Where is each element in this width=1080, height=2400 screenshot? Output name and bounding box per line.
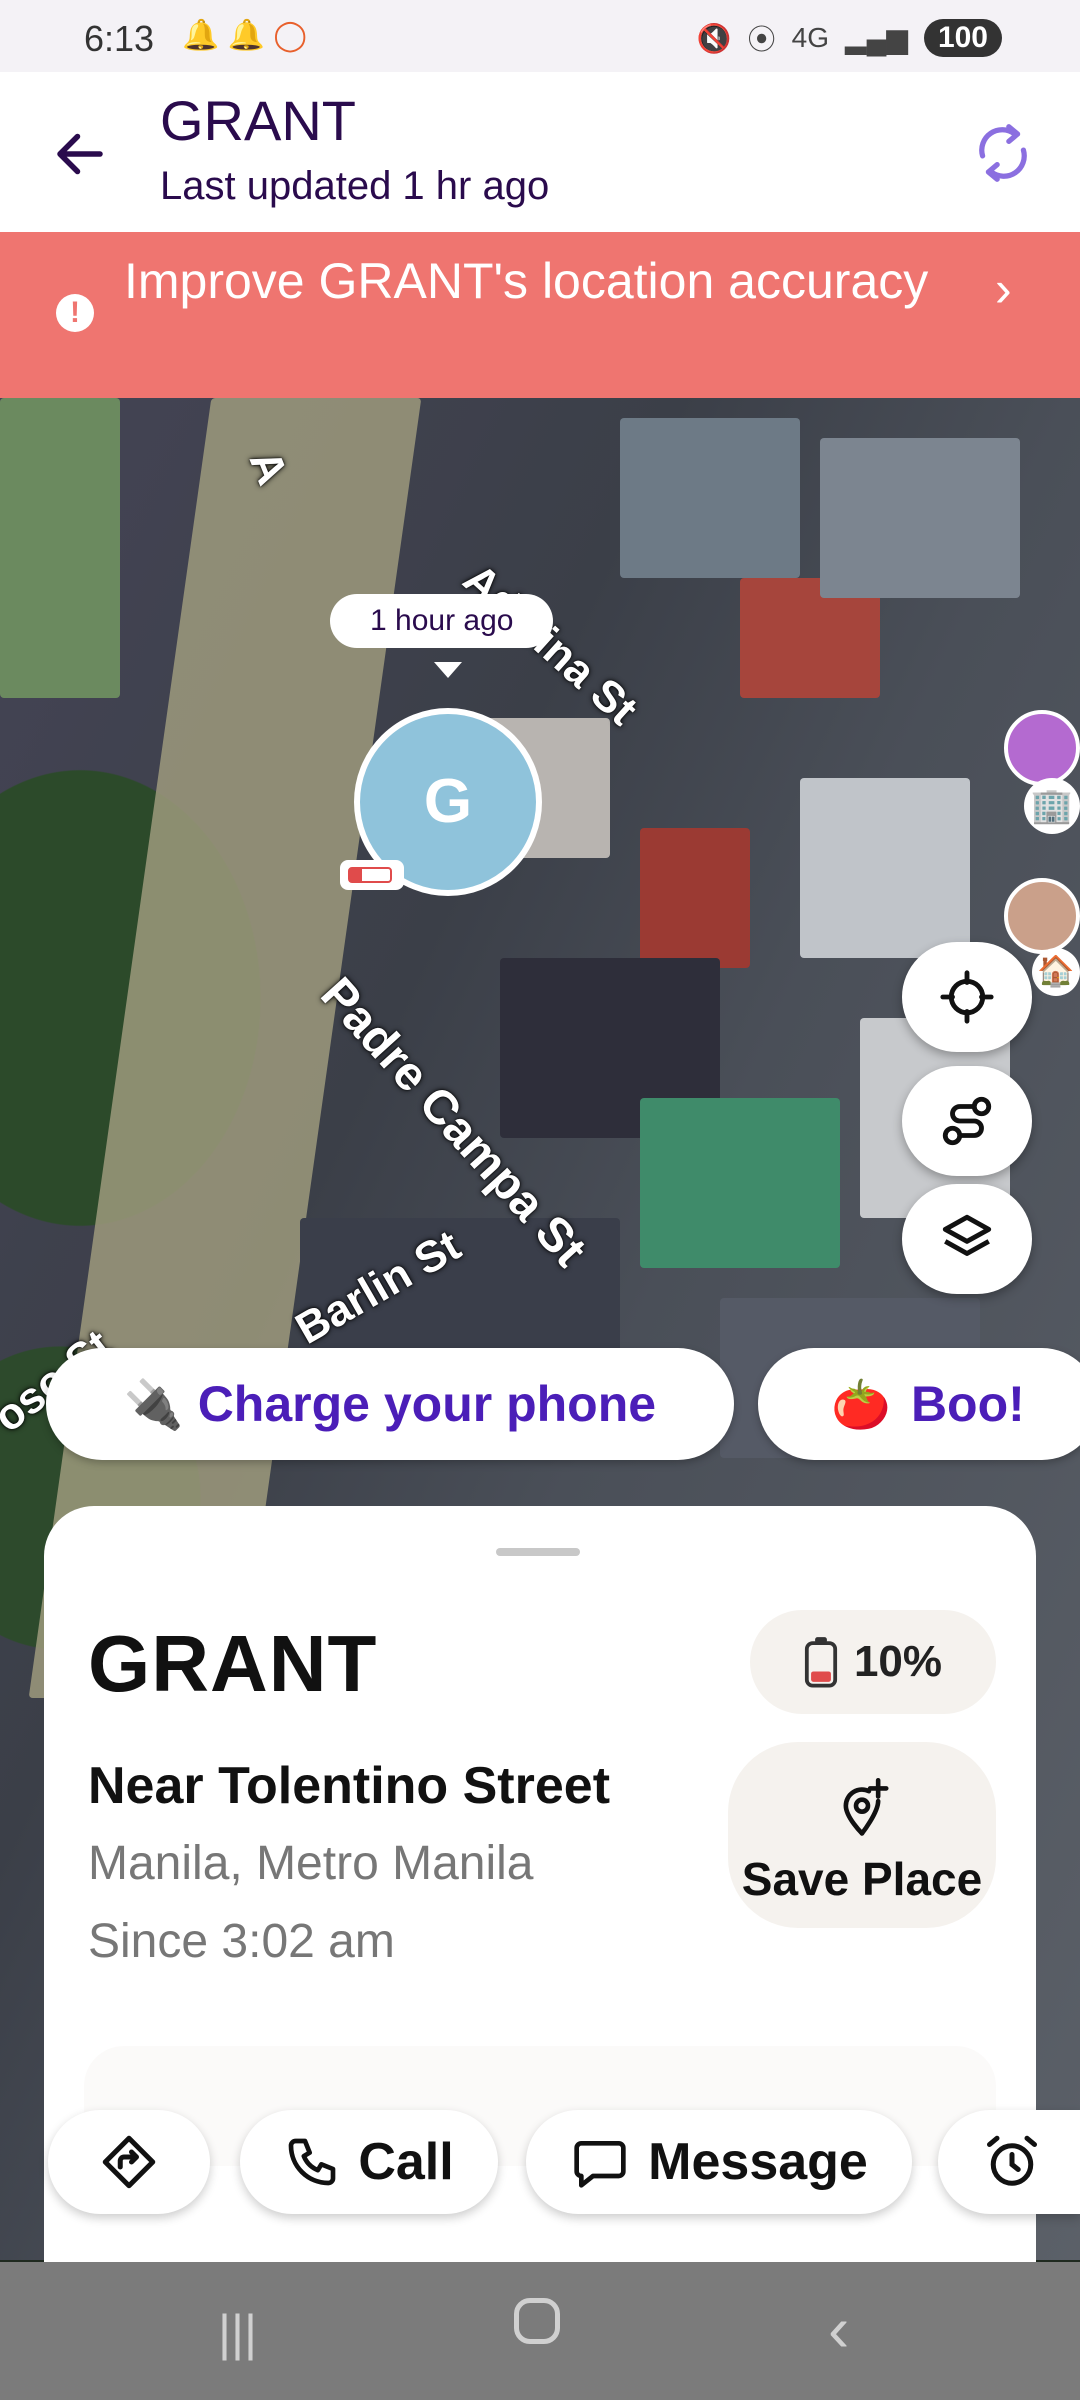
park-area [0,398,120,698]
signal-icon: ▂▄▆ [845,22,908,54]
alarm-button[interactable] [938,2110,1080,2214]
alarm-clock-icon [987,2135,1037,2186]
chat-bubble-icon [574,2141,626,2188]
recent-apps-icon[interactable]: ||| [218,2304,257,2362]
app-header: GRANT Last updated 1 hr ago [0,72,1080,232]
last-seen-bubble: 1 hour ago [330,594,554,648]
phone-icon [288,2138,336,2186]
add-location-icon [843,1778,889,1836]
notification-icons: 🔔 🔔 ◯ [182,19,307,52]
chevron-right-icon: › [995,261,1012,317]
location-since: Since 3:02 am [88,1915,395,1968]
system-nav-bar: ||| ‹ [0,2262,1080,2400]
message-label: Message [648,2133,868,2191]
tomato-icon: 🍅 [831,1378,891,1432]
map-layers-button[interactable] [902,1184,1032,1294]
layers-icon [942,1214,992,1256]
battery-icon [804,1637,838,1688]
refresh-icon[interactable] [968,118,1038,188]
building [820,438,1020,598]
banner-text: Improve GRANT's location accuracy [124,253,929,309]
last-updated: Last updated 1 hr ago [160,164,550,208]
message-button[interactable]: Message [526,2110,912,2214]
back-nav-icon[interactable]: ‹ [828,2292,849,2366]
bubble-pointer [434,662,462,678]
back-arrow-icon[interactable] [50,124,110,184]
route-icon [942,1096,992,1146]
low-battery-icon [340,860,404,890]
mute-icon: 🔇 [696,22,732,54]
page-title: GRANT [160,89,356,152]
family-member-avatar[interactable] [1004,710,1080,786]
status-right: 🔇 ⦿ 4G ▂▄▆ 100 [697,18,1002,58]
battery-badge: 10% [750,1610,996,1714]
place-icon: 🏢 [1024,778,1080,834]
charge-phone-label: Charge your phone [197,1376,657,1432]
status-time: 6:13 [84,18,155,59]
call-label: Call [358,2133,454,2191]
status-bar: 6:13 🔔 🔔 ◯ 🔇 ⦿ 4G ▂▄▆ 100 [0,0,1080,72]
battery-indicator: 100 [923,19,1002,57]
crosshair-icon [940,970,994,1024]
member-name: GRANT [88,1619,378,1708]
building [640,828,750,968]
place-icon: 🏠 [1032,948,1080,996]
alert-icon: ! [56,294,94,332]
building [800,778,970,958]
home-icon[interactable] [514,2298,560,2344]
family-member-avatar[interactable] [1004,878,1080,954]
building [640,1098,840,1268]
charge-phone-chip[interactable]: 🔌 Charge your phone [46,1348,734,1460]
boo-label: Boo! [910,1376,1025,1432]
plug-icon: 🔌 [123,1378,184,1432]
route-history-button[interactable] [902,1066,1032,1176]
directions-button[interactable] [48,2110,210,2214]
directions-icon [102,2135,156,2189]
call-button[interactable]: Call [240,2110,498,2214]
save-place-button[interactable]: Save Place [728,1742,996,1928]
location-name: Near Tolentino Street [88,1757,611,1815]
recenter-button[interactable] [902,942,1032,1052]
battery-percent: 10% [853,1637,943,1686]
building [620,418,800,578]
location-city: Manila, Metro Manila [88,1837,534,1890]
location-icon: ⦿ [747,24,776,55]
network-type: 4G [791,22,830,53]
save-place-label: Save Place [741,1853,983,1905]
location-accuracy-banner[interactable]: ! Improve GRANT's location accuracy › [0,232,1080,398]
boo-chip[interactable]: 🍅 Boo! [758,1348,1080,1460]
drag-handle[interactable] [496,1548,580,1556]
